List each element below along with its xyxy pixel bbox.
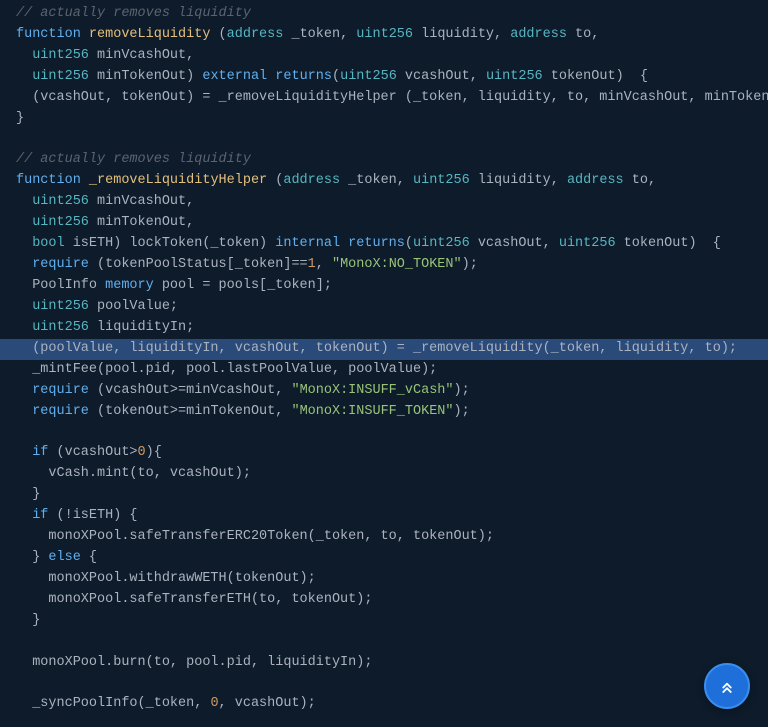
kw-function: function	[16, 27, 81, 42]
comment: // actually removes liquidity	[16, 152, 251, 167]
scroll-to-top-button[interactable]	[704, 663, 750, 709]
code-block: // actually removes liquidity function r…	[16, 4, 768, 715]
func-removeLiquidity: removeLiquidity	[89, 27, 211, 42]
code-text: (vcashOut, tokenOut) = _removeLiquidityH…	[16, 90, 768, 105]
highlighted-line: (poolValue, liquidityIn, vcashOut, token…	[0, 339, 768, 360]
func-removeLiquidityHelper: _removeLiquidityHelper	[89, 173, 267, 188]
chevron-up-icon	[718, 677, 736, 695]
comment: // actually removes liquidity	[16, 6, 251, 21]
